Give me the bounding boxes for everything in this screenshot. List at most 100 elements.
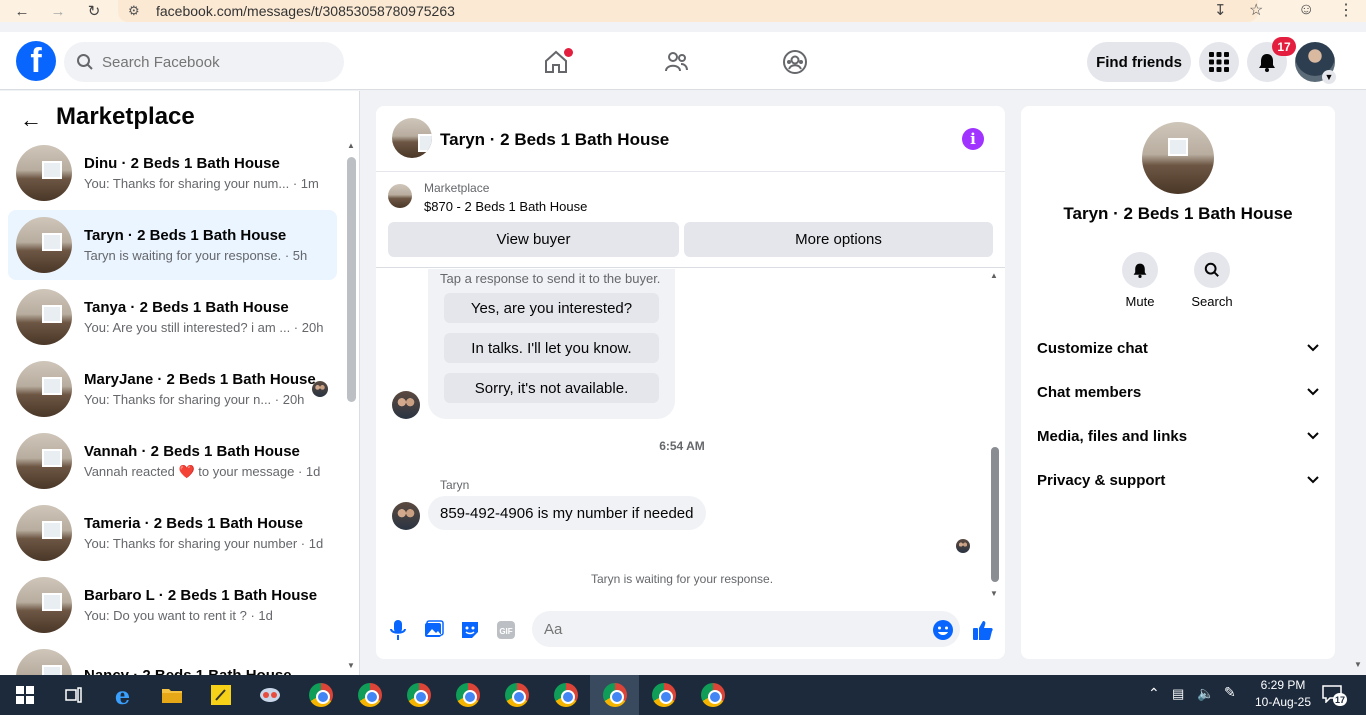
like-thumbs-up-icon[interactable] bbox=[970, 617, 996, 643]
chat-title[interactable]: Taryn · 2 Beds 1 Bath House bbox=[440, 130, 669, 150]
scroll-up-icon[interactable]: ▲ bbox=[347, 141, 355, 150]
conversation-preview: You: Thanks for sharing your num... · 1m bbox=[84, 176, 319, 191]
chrome-app[interactable] bbox=[492, 675, 541, 715]
emoji-icon[interactable] bbox=[930, 617, 956, 643]
bookmark-star-icon[interactable]: ☆ bbox=[1249, 0, 1263, 20]
sender-avatar[interactable] bbox=[392, 391, 420, 419]
photo-icon[interactable] bbox=[421, 617, 447, 643]
chrome-app[interactable] bbox=[394, 675, 443, 715]
suggested-response[interactable]: In talks. I'll let you know. bbox=[444, 333, 659, 363]
groups-nav[interactable] bbox=[777, 44, 813, 80]
chrome-app[interactable] bbox=[541, 675, 590, 715]
section-label: Media, files and links bbox=[1037, 427, 1188, 445]
conversation-name: Tameria · 2 Beds 1 Bath House bbox=[84, 515, 303, 532]
message-timestamp: 6:54 AM bbox=[659, 439, 705, 453]
chat-avatar[interactable] bbox=[392, 118, 432, 158]
conversation-item-active[interactable]: Taryn · 2 Beds 1 Bath House Taryn is wait… bbox=[8, 210, 337, 280]
chrome-app-active[interactable] bbox=[590, 675, 639, 715]
conversation-item[interactable]: Tameria · 2 Beds 1 Bath House You: Thanks… bbox=[8, 498, 337, 568]
chrome-app[interactable] bbox=[639, 675, 688, 715]
back-icon[interactable]: ← bbox=[11, 0, 33, 22]
view-buyer-button[interactable]: View buyer bbox=[388, 222, 679, 257]
list-scrollbar[interactable] bbox=[347, 157, 356, 402]
seen-avatar bbox=[956, 539, 970, 553]
sender-avatar[interactable] bbox=[392, 502, 420, 530]
conversation-name: Taryn · 2 Beds 1 Bath House bbox=[84, 227, 287, 244]
facebook-logo[interactable]: f bbox=[16, 41, 56, 81]
customize-chat-section[interactable]: Customize chat bbox=[1037, 326, 1319, 370]
task-view-button[interactable] bbox=[49, 675, 98, 715]
clock-date: 10-Aug-25 bbox=[1254, 695, 1312, 709]
mute-label: Mute bbox=[1125, 294, 1155, 309]
scroll-down-icon[interactable]: ▼ bbox=[990, 589, 998, 598]
page-scroll-down-icon[interactable]: ▼ bbox=[1354, 660, 1362, 669]
chevron-up-icon[interactable]: ⌃ bbox=[1148, 685, 1160, 702]
listing-thumbnail[interactable] bbox=[388, 184, 412, 208]
chrome-app[interactable] bbox=[296, 675, 345, 715]
grid-menu-icon bbox=[1209, 52, 1229, 72]
more-options-button[interactable]: More options bbox=[684, 222, 993, 257]
install-icon[interactable]: ↧ bbox=[1214, 1, 1227, 19]
info-icon[interactable]: i bbox=[962, 128, 984, 150]
listing-price-title[interactable]: $870 - 2 Beds 1 Bath House bbox=[424, 199, 587, 214]
home-badge-dot bbox=[564, 48, 573, 57]
action-center-button[interactable]: 17 bbox=[1322, 685, 1347, 706]
pen-icon[interactable]: ✎ bbox=[1224, 684, 1236, 701]
conversation-avatar[interactable] bbox=[1142, 122, 1214, 194]
search-label: Search bbox=[1191, 294, 1233, 309]
search-action[interactable]: Search bbox=[1182, 252, 1242, 309]
privacy-support-section[interactable]: Privacy & support bbox=[1037, 458, 1319, 502]
system-clock[interactable]: 6:29 PM 10-Aug-25 bbox=[1248, 677, 1318, 711]
file-explorer-app[interactable] bbox=[147, 675, 196, 715]
microphone-icon[interactable] bbox=[385, 617, 411, 643]
find-friends-button[interactable]: Find friends bbox=[1087, 42, 1191, 82]
thread-scrollbar[interactable] bbox=[991, 447, 999, 582]
reload-icon[interactable]: ↻ bbox=[83, 0, 105, 22]
profile-icon[interactable]: ☺ bbox=[1298, 1, 1314, 19]
sticky-notes-app[interactable] bbox=[196, 675, 245, 715]
conversation-item[interactable]: MaryJane · 2 Beds 1 Bath House You: Thank… bbox=[8, 354, 337, 424]
chrome-app[interactable] bbox=[443, 675, 492, 715]
snipping-tool-app[interactable] bbox=[245, 675, 294, 715]
conversation-item[interactable]: Tanya · 2 Beds 1 Bath House You: Are you … bbox=[8, 282, 337, 352]
conversation-preview: You: Thanks for sharing your n... · 20h bbox=[84, 392, 305, 407]
chat-members-section[interactable]: Chat members bbox=[1037, 370, 1319, 414]
waiting-status: Taryn is waiting for your response. bbox=[590, 572, 774, 586]
edge-app[interactable]: e bbox=[98, 675, 147, 715]
home-nav[interactable] bbox=[538, 44, 574, 80]
windows-logo-icon bbox=[15, 686, 34, 704]
message-bubble[interactable]: 859-492-4906 is my number if needed bbox=[428, 496, 706, 530]
search-box[interactable] bbox=[64, 42, 344, 82]
chrome-app[interactable] bbox=[345, 675, 394, 715]
suggested-response[interactable]: Sorry, it's not available. bbox=[444, 373, 659, 403]
scroll-down-icon[interactable]: ▼ bbox=[347, 661, 355, 670]
message-thread: Tap a response to send it to the buyer. … bbox=[376, 269, 1005, 601]
friends-nav[interactable] bbox=[658, 44, 694, 80]
site-settings-icon[interactable]: ⚙ bbox=[128, 3, 140, 19]
conversation-name: Vannah · 2 Beds 1 Bath House bbox=[84, 442, 300, 460]
search-input[interactable] bbox=[102, 53, 322, 71]
chrome-icon bbox=[455, 683, 480, 707]
conversation-item[interactable]: Nancy · 2 Beds 1 Bath House bbox=[8, 642, 337, 675]
volume-icon[interactable]: 🔈 bbox=[1197, 685, 1214, 702]
sticker-icon[interactable] bbox=[457, 617, 483, 643]
gif-icon[interactable]: GIF bbox=[493, 617, 519, 643]
start-button[interactable] bbox=[0, 675, 49, 715]
message-input[interactable] bbox=[532, 611, 960, 647]
suggested-response[interactable]: Yes, are you interested? bbox=[444, 293, 659, 323]
conversation-item[interactable]: Dinu · 2 Beds 1 Bath House You: Thanks fo… bbox=[8, 138, 337, 208]
conversation-item[interactable]: Vannah · 2 Beds 1 Bath House Vannah react… bbox=[8, 426, 337, 496]
menu-button[interactable] bbox=[1199, 42, 1239, 82]
forward-icon[interactable]: → bbox=[47, 0, 69, 22]
browser-menu-icon[interactable]: ⋮ bbox=[1338, 0, 1354, 20]
network-icon[interactable]: ▤ bbox=[1172, 686, 1184, 702]
mute-action[interactable]: Mute bbox=[1110, 252, 1170, 309]
search-icon bbox=[77, 54, 93, 70]
back-arrow-icon[interactable]: ← bbox=[20, 107, 42, 133]
chevron-down-icon[interactable]: ▼ bbox=[1322, 70, 1336, 84]
media-files-links-section[interactable]: Media, files and links bbox=[1037, 414, 1319, 458]
conversation-item[interactable]: Barbaro L · 2 Beds 1 Bath House You: Do y… bbox=[8, 570, 337, 640]
scroll-up-icon[interactable]: ▲ bbox=[990, 271, 998, 280]
address-bar[interactable]: ⚙ facebook.com/messages/t/30853058780975… bbox=[118, 0, 1263, 22]
chrome-app[interactable] bbox=[688, 675, 737, 715]
